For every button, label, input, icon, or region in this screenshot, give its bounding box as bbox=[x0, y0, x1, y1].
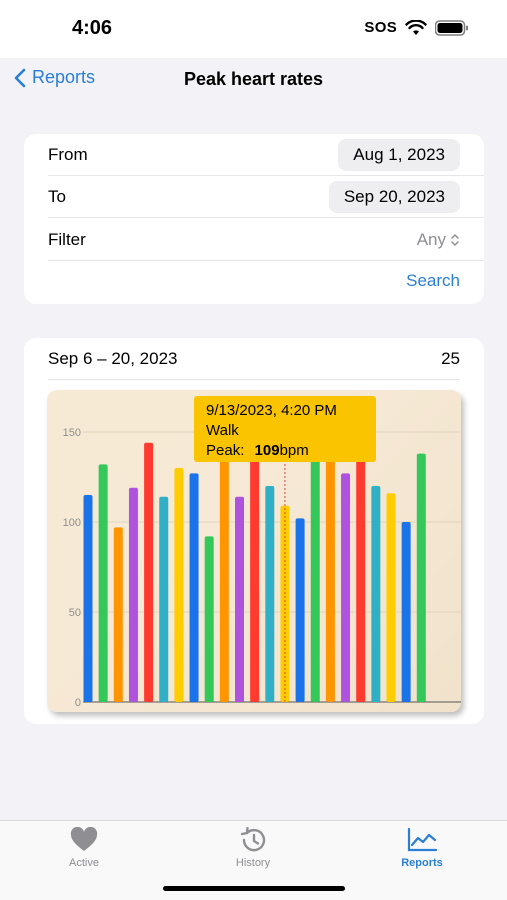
chart-bar[interactable] bbox=[189, 473, 199, 702]
chart-bar[interactable] bbox=[310, 453, 320, 702]
sos-indicator: SOS bbox=[364, 19, 397, 36]
chart-bar[interactable] bbox=[341, 473, 351, 702]
tab-active-label: Active bbox=[69, 857, 99, 869]
navigation-bar: Reports Peak heart rates bbox=[0, 58, 507, 102]
tab-reports-label: Reports bbox=[401, 857, 443, 869]
to-date-picker[interactable]: Sep 20, 2023 bbox=[328, 180, 460, 213]
chart-bar[interactable] bbox=[204, 536, 214, 702]
tab-history[interactable]: History bbox=[203, 827, 303, 869]
to-row: To Sep 20, 2023 bbox=[48, 176, 484, 218]
chart-bar[interactable] bbox=[295, 518, 305, 702]
date-range-label: Sep 6 – 20, 2023 bbox=[48, 348, 178, 368]
chart-bar[interactable] bbox=[235, 496, 244, 702]
chart-bar[interactable] bbox=[371, 486, 381, 702]
battery-icon bbox=[435, 19, 468, 36]
tooltip-peak-value: 109 bbox=[254, 442, 280, 459]
chevron-updown-icon bbox=[451, 233, 459, 246]
from-date-picker[interactable]: Aug 1, 2023 bbox=[338, 138, 460, 171]
record-count: 25 bbox=[441, 348, 460, 368]
chart-tooltip: 9/13/2023, 4:20 PM Walk Peak: 109bpm bbox=[194, 396, 376, 462]
from-row: From Aug 1, 2023 bbox=[48, 134, 484, 176]
chart-bar[interactable] bbox=[250, 433, 260, 702]
filter-label: Filter bbox=[48, 229, 86, 249]
status-time: 4:06 bbox=[72, 17, 113, 39]
chart-bar[interactable] bbox=[174, 468, 184, 702]
tooltip-datetime: 9/13/2023, 4:20 PM bbox=[206, 402, 337, 419]
chart-bar[interactable] bbox=[159, 496, 169, 702]
tab-history-label: History bbox=[235, 857, 271, 869]
tab-reports[interactable]: Reports bbox=[372, 827, 472, 869]
heart-icon bbox=[70, 827, 98, 851]
status-indicators: SOS bbox=[364, 19, 469, 36]
y-tick-label: 100 bbox=[63, 517, 81, 529]
chart-bar[interactable] bbox=[386, 493, 396, 702]
tooltip-peak: Peak: 109bpm bbox=[206, 441, 376, 461]
history-icon bbox=[240, 827, 266, 852]
wifi-icon bbox=[405, 19, 427, 35]
chart-header: Sep 6 – 20, 2023 25 bbox=[48, 338, 460, 380]
chart-icon bbox=[407, 827, 438, 852]
y-tick-label: 50 bbox=[69, 607, 81, 619]
chart-bar[interactable] bbox=[128, 487, 138, 702]
status-bar: 4:06 SOS bbox=[0, 0, 507, 58]
chart-bar[interactable] bbox=[401, 522, 411, 702]
filter-select[interactable]: Any bbox=[417, 230, 460, 250]
tooltip-peak-unit: bpm bbox=[279, 442, 309, 459]
to-label: To bbox=[48, 186, 66, 206]
search-row: Search bbox=[48, 261, 484, 303]
y-tick-label: 150 bbox=[63, 427, 81, 439]
search-button[interactable]: Search bbox=[406, 271, 460, 291]
chart-bar[interactable] bbox=[219, 450, 229, 702]
y-tick-label: 0 bbox=[75, 697, 81, 709]
tooltip-activity: Walk bbox=[206, 422, 239, 439]
filter-row: Filter Any bbox=[48, 219, 484, 261]
tooltip-peak-label: Peak: bbox=[206, 442, 245, 459]
chart-bar[interactable] bbox=[144, 442, 154, 702]
chart-bar[interactable] bbox=[325, 432, 335, 702]
page-title: Peak heart rates bbox=[183, 69, 324, 89]
chart-bar[interactable] bbox=[98, 464, 108, 702]
chart-bar[interactable] bbox=[416, 453, 426, 702]
chart-bar[interactable] bbox=[113, 527, 123, 702]
chart-bar[interactable] bbox=[83, 495, 93, 702]
home-indicator bbox=[163, 886, 345, 891]
filter-card: From Aug 1, 2023 To Sep 20, 2023 Filter … bbox=[24, 134, 484, 304]
filter-select-value: Any bbox=[416, 229, 446, 249]
chart-bar[interactable] bbox=[265, 486, 275, 702]
from-label: From bbox=[48, 144, 88, 164]
tab-active[interactable]: Active bbox=[34, 827, 134, 869]
chart-bar[interactable] bbox=[356, 460, 366, 702]
